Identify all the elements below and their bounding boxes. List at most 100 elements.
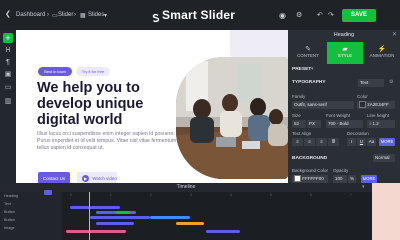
breadcrumb-dashboard[interactable]: Dashboard — [16, 12, 45, 18]
chevron-down-icon[interactable]: ▾ — [104, 12, 107, 19]
background-color-field[interactable]: FFFFFF00 — [292, 175, 328, 183]
align-center-icon[interactable]: ≡ — [304, 138, 315, 146]
opacity-field[interactable]: 100 — [333, 175, 347, 183]
text-transform-icon[interactable]: Aa — [367, 138, 376, 146]
bg-color-swatch — [294, 175, 301, 183]
tab-style[interactable]: ▰ STYLE — [327, 42, 363, 64]
timeline-bar[interactable] — [116, 211, 130, 214]
font-color-field[interactable]: 2A2E34FF — [357, 101, 395, 109]
redo-icon[interactable]: ↷ — [328, 11, 334, 19]
chevron-down-icon[interactable]: ▾ — [311, 66, 314, 72]
font-family-field[interactable]: Outfit, sans-serif — [292, 101, 354, 109]
timeline-tick: 4 — [230, 193, 232, 197]
text-type-select[interactable]: Text — [358, 79, 384, 87]
typography-more-button[interactable]: MORE — [379, 138, 395, 146]
size-label: Size — [292, 113, 301, 118]
background-color-label: Background Color — [292, 168, 329, 173]
play-icon: ▶ — [82, 175, 89, 183]
breadcrumb-slider[interactable]: Slider — [58, 12, 73, 18]
image-tool-icon[interactable]: ▣ — [4, 71, 12, 79]
timeline-tick: 5 — [270, 193, 272, 197]
back-icon[interactable]: ❮ — [5, 10, 11, 18]
background-label: BACKGROUND — [292, 156, 328, 161]
add-layer-button[interactable]: + — [3, 33, 13, 43]
text-tool-icon[interactable]: ¶ — [4, 59, 12, 67]
opacity-label: Opacity — [333, 168, 349, 173]
team-meeting-photo[interactable] — [176, 57, 288, 179]
align-justify-icon[interactable]: ≣ — [328, 138, 339, 146]
heading-tool-icon[interactable]: H — [4, 47, 12, 55]
align-right-icon[interactable]: ≡ — [316, 138, 327, 146]
line-height-label: Line height — [367, 113, 390, 118]
slide-paragraph[interactable]: Illius lacus orci suspendisse enim integ… — [37, 131, 177, 152]
tab-content[interactable]: ✎ CONTENT — [290, 42, 326, 64]
align-left-icon[interactable]: ≡ — [292, 138, 303, 146]
timeline-bar[interactable] — [150, 216, 190, 219]
preset-label: PRESET — [292, 67, 312, 72]
badge-primary[interactable]: Best in town — [38, 67, 72, 76]
timeline-row-heading[interactable]: Heading — [4, 194, 18, 198]
typography-label: TYPOGRAPHY — [292, 80, 326, 85]
line-height-value: 1.2 — [372, 121, 379, 126]
italic-icon[interactable]: I — [347, 138, 356, 146]
line-height-icon: ↕ — [369, 121, 372, 126]
font-size-field[interactable]: 52 — [292, 120, 306, 128]
timeline-play-button[interactable] — [44, 190, 52, 195]
underline-icon[interactable]: U — [357, 138, 366, 146]
timeline-playhead[interactable] — [89, 192, 90, 240]
brand-logo-icon — [151, 10, 161, 23]
timeline-bar[interactable] — [206, 230, 240, 233]
color-label: Color — [357, 94, 368, 99]
bg-color-value: FFFFFF00 — [302, 176, 324, 181]
timeline-tick: 2 — [150, 193, 152, 197]
background-more-button[interactable]: MORE — [361, 175, 377, 183]
tab-animation-label: ANIMATION — [369, 53, 395, 58]
chevron-down-icon[interactable]: ▾ — [362, 184, 365, 190]
tab-content-label: CONTENT — [297, 53, 319, 58]
settings-gear-icon[interactable]: ⚙ — [296, 11, 302, 19]
preview-eye-icon[interactable]: ◉ — [279, 11, 286, 20]
undo-icon[interactable]: ↶ — [317, 11, 323, 19]
opacity-unit: % — [348, 175, 356, 183]
timeline-bar[interactable] — [70, 206, 120, 209]
brand-name: Smart Slider — [162, 8, 236, 22]
font-weight-select[interactable]: 700 - Bold — [326, 120, 363, 128]
font-color-value: 2A2E34FF — [367, 102, 389, 107]
timeline-bar[interactable] — [90, 216, 150, 219]
timeline-row-image[interactable]: Image — [4, 226, 15, 230]
slide-headline[interactable]: We help you to develop unique digital wo… — [37, 80, 187, 128]
timeline-bar[interactable] — [176, 222, 204, 225]
pen-icon: ✎ — [305, 46, 311, 53]
font-size-unit[interactable]: PX — [307, 120, 321, 128]
timeline-layer-list — [0, 192, 62, 240]
gear-icon[interactable]: ⚙ — [389, 79, 393, 85]
decoration-label: Decoration — [347, 131, 369, 136]
timeline-bar[interactable] — [66, 230, 126, 233]
font-weight-label: Font Weight — [326, 113, 351, 118]
timeline-row-text[interactable]: Text — [4, 202, 11, 206]
timeline-tick: 3 — [190, 193, 192, 197]
color-swatch — [359, 101, 366, 109]
timeline-row-button-2[interactable]: Button — [4, 218, 15, 222]
panel-title: Heading — [333, 32, 355, 38]
save-button[interactable]: SAVE — [342, 9, 376, 22]
close-icon[interactable]: ✕ — [392, 31, 397, 38]
watch-video-label: Watch video — [92, 176, 117, 181]
slides-icon: ▦ — [80, 13, 86, 19]
timeline-row-button[interactable]: Button — [4, 210, 15, 214]
button-tool-icon[interactable]: ▭ — [4, 84, 12, 92]
timeline-title: Timeline — [0, 183, 372, 192]
layout-tool-icon[interactable]: ▥ — [4, 98, 12, 106]
badge-secondary[interactable]: Try it for free — [76, 67, 110, 76]
family-label: Family — [292, 94, 306, 99]
timeline-tick: 0 — [70, 193, 72, 197]
timeline-tick: 1 — [110, 193, 112, 197]
tab-animation[interactable]: ⚡ ANIMATION — [364, 42, 400, 64]
timeline-tick: 7 — [350, 193, 352, 197]
tab-style-label: STYLE — [337, 53, 353, 58]
line-height-field[interactable]: ↕ 1.2 — [367, 120, 395, 128]
text-align-label: Text Align — [292, 131, 312, 136]
background-mode-select[interactable]: Normal — [373, 154, 395, 162]
breadcrumb-slides[interactable]: Slides — [88, 12, 104, 18]
timeline-bar[interactable] — [96, 222, 134, 225]
